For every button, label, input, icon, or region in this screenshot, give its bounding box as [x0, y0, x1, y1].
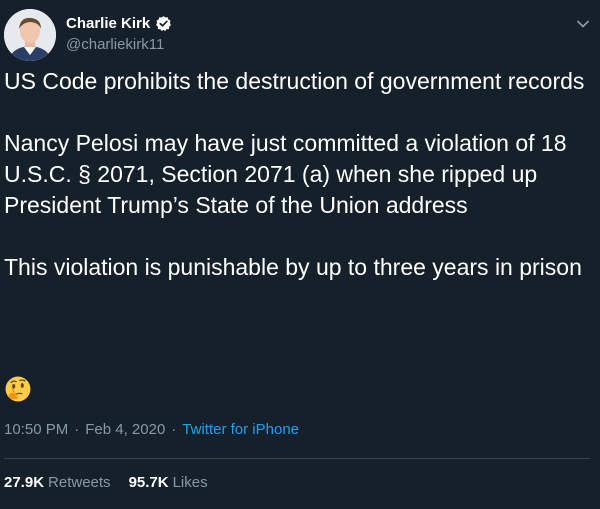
author-names: Charlie Kirk @charliekirk11 [66, 12, 172, 53]
avatar-image [4, 9, 56, 61]
tweet-date[interactable]: Feb 4, 2020 [85, 421, 165, 438]
tweet-time[interactable]: 10:50 PM [4, 421, 68, 438]
tweet-stats: 27.9K Retweets 95.7K Likes [4, 474, 208, 491]
tweet-paragraph: US Code prohibits the destruction of gov… [4, 68, 585, 94]
verified-badge-icon [155, 15, 172, 32]
tweet-meta: 10:50 PM · Feb 4, 2020 · Twitter for iPh… [4, 421, 299, 438]
retweets-count: 27.9K [4, 474, 45, 491]
display-name-row: Charlie Kirk [66, 12, 172, 34]
likes-label: Likes [172, 474, 208, 491]
tweet-source-link[interactable]: Twitter for iPhone [182, 421, 299, 438]
likes-count: 95.7K [128, 474, 169, 491]
thinking-face-emoji-icon [4, 375, 32, 403]
chevron-down-icon[interactable] [576, 16, 590, 28]
tweet-header: Charlie Kirk @charliekirk11 [4, 6, 600, 62]
tweet-text: US Code prohibits the destruction of gov… [4, 66, 594, 283]
author-handle[interactable]: @charliekirk11 [66, 36, 172, 53]
divider [4, 458, 590, 459]
meta-separator: · [74, 421, 80, 438]
avatar[interactable] [4, 9, 56, 61]
retweets-stat[interactable]: 27.9K Retweets [4, 474, 111, 491]
likes-stat[interactable]: 95.7K Likes [129, 474, 208, 491]
meta-separator: · [171, 421, 177, 438]
tweet-paragraph: This violation is punishable by up to th… [4, 254, 582, 280]
retweets-label: Retweets [48, 474, 111, 491]
author-display-name[interactable]: Charlie Kirk [66, 15, 150, 32]
tweet-paragraph: Nancy Pelosi may have just committed a v… [4, 130, 567, 218]
